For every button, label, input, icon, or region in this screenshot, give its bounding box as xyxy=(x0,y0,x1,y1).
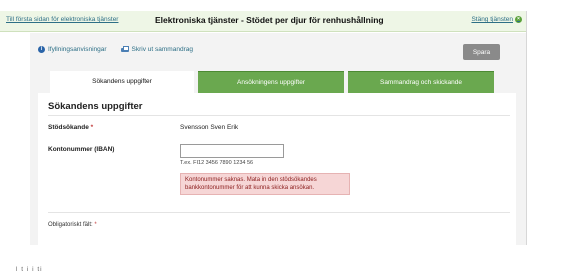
printer-icon xyxy=(120,46,129,53)
applicant-label: Stödsökande * xyxy=(48,124,93,131)
close-service-label[interactable]: Stäng tjänsten xyxy=(471,16,513,23)
mandatory-note-text: Obligatoriskt fält: xyxy=(48,222,93,228)
iban-label: Kontonummer (IBAN) xyxy=(48,146,115,153)
top-banner: Till första sidan för elektroniska tjäns… xyxy=(0,11,526,32)
section-heading: Sökandens uppgifter xyxy=(48,101,143,112)
tab-applicant-info[interactable]: Sökandens uppgifter xyxy=(50,71,194,93)
cropped-text: l t i i ti xyxy=(16,266,43,273)
print-summary-label[interactable]: Skriv ut sammandrag xyxy=(132,46,193,53)
step-tabs: Sökandens uppgifter Ansökningens uppgift… xyxy=(50,71,494,93)
page-border xyxy=(526,11,527,245)
divider xyxy=(48,115,510,116)
tab-application-info[interactable]: Ansökningens uppgifter xyxy=(198,71,344,93)
applicant-value: Svensson Sven Erik xyxy=(180,124,239,131)
iban-hint: T.ex. FI12 3456 7890 1234 56 xyxy=(180,160,254,166)
info-icon: i xyxy=(38,46,45,53)
close-icon[interactable]: × xyxy=(515,16,522,23)
tab-summary-and-send[interactable]: Sammandrag och skickande xyxy=(348,71,494,93)
print-summary-link[interactable]: Skriv ut sammandrag xyxy=(120,46,193,53)
instructions-label[interactable]: Ifyllningsanvisningar xyxy=(48,46,107,53)
required-mark: * xyxy=(90,124,94,131)
iban-error-message: Kontonummer saknas. Mata in den stödsöka… xyxy=(180,173,350,195)
close-service-link[interactable]: Stäng tjänsten × xyxy=(471,16,522,23)
iban-input[interactable] xyxy=(180,144,284,158)
page-title: Elektroniska tjänster - Stödet per djur … xyxy=(155,15,384,25)
mandatory-note: Obligatoriskt fält: * xyxy=(48,222,97,228)
home-link[interactable]: Till första sidan för elektroniska tjäns… xyxy=(6,16,118,23)
instructions-link[interactable]: i Ifyllningsanvisningar xyxy=(38,46,107,53)
toolbar: i Ifyllningsanvisningar Skriv ut sammand… xyxy=(38,46,193,53)
divider xyxy=(48,212,510,213)
form-panel: Sökandens uppgifter Stödsökande * Svenss… xyxy=(38,93,516,245)
required-mark: * xyxy=(94,222,97,228)
main-content: i Ifyllningsanvisningar Skriv ut sammand… xyxy=(30,33,526,245)
save-button[interactable]: Spara xyxy=(463,44,500,60)
applicant-label-text: Stödsökande xyxy=(48,124,89,131)
